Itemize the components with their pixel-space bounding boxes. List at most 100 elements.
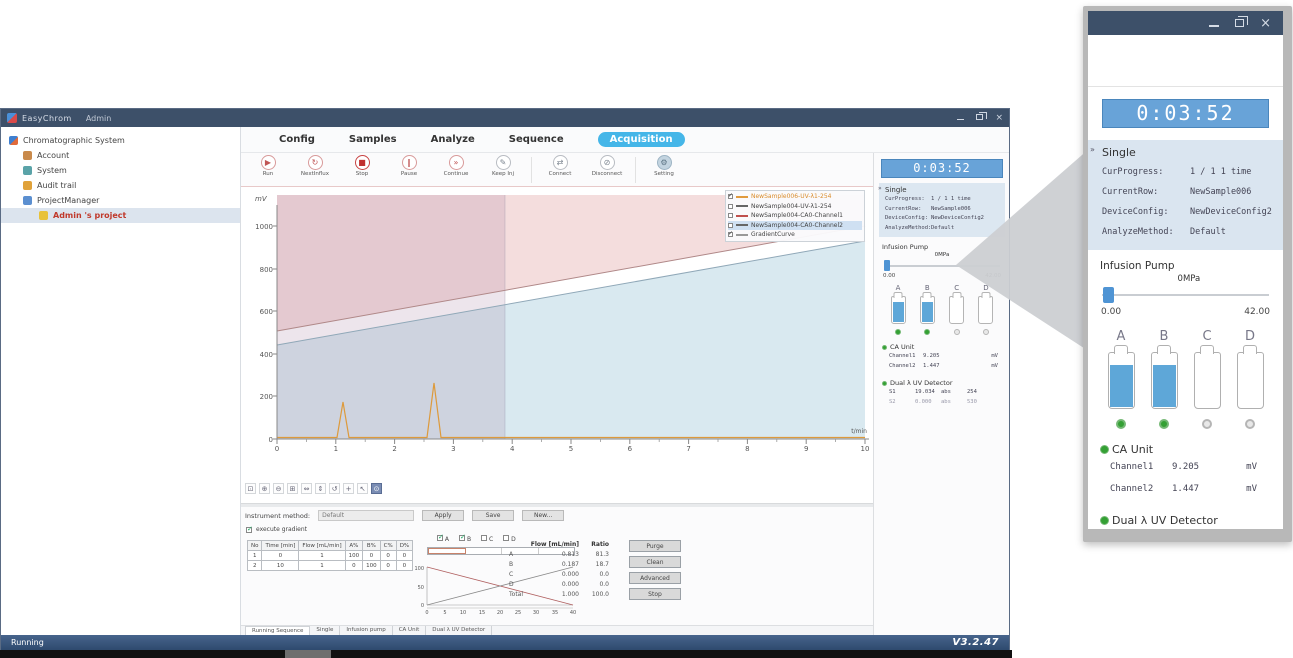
pan-icon[interactable]: + — [343, 483, 354, 494]
cell[interactable]: 100 — [345, 551, 363, 561]
new-method-button[interactable]: New... — [522, 510, 564, 521]
tree-item-audit-trail[interactable]: Audit trail — [1, 178, 240, 193]
zoom-window-icon[interactable]: ⊞ — [287, 483, 298, 494]
next-influx-button[interactable]: ↻ NextInflux — [296, 155, 334, 177]
cell[interactable]: 0 — [345, 561, 363, 571]
col-c: C% — [380, 541, 396, 551]
bottle-led-on-icon[interactable] — [1159, 419, 1169, 429]
app-logo-icon — [7, 113, 17, 123]
tab-infusion-pump[interactable]: Infusion pump — [340, 626, 392, 635]
tree-item-account[interactable]: Account — [1, 148, 240, 163]
cell[interactable]: 1 — [299, 561, 345, 571]
mini-y-tick: 0 — [421, 603, 424, 609]
purge-button[interactable]: Purge — [629, 540, 681, 552]
segment — [466, 548, 503, 554]
zoom-x-icon[interactable]: ⇔ — [301, 483, 312, 494]
crosshair-icon[interactable]: ⊙ — [371, 483, 382, 494]
collapse-marker-icon[interactable]: » — [1090, 145, 1095, 154]
tab-ca-unit[interactable]: CA Unit — [393, 626, 427, 635]
undo-zoom-icon[interactable]: ↺ — [329, 483, 340, 494]
channel-c-checkbox[interactable] — [481, 535, 487, 541]
slider-thumb[interactable] — [884, 260, 890, 271]
y-tick-label: 0 — [269, 436, 273, 444]
instrument-method-field[interactable]: Default — [318, 510, 414, 521]
close-button[interactable]: × — [995, 114, 1003, 123]
keep-inj-button[interactable]: ✎ Keep Inj — [484, 155, 522, 177]
setting-button[interactable]: ⚙ Setting — [645, 155, 683, 177]
tab-uv-detector[interactable]: Dual λ UV Detector — [426, 626, 492, 635]
zoom-out-icon[interactable]: ⊖ — [273, 483, 284, 494]
cell[interactable]: 100 — [363, 561, 381, 571]
minimize-button[interactable] — [957, 114, 964, 123]
legend-checkbox-icon[interactable] — [728, 213, 733, 218]
tree-item-label: Audit trail — [37, 181, 76, 190]
bottle-led-on-icon[interactable] — [895, 329, 901, 335]
cell[interactable]: 0 — [363, 551, 381, 561]
restore-button[interactable] — [976, 114, 983, 123]
tree-item-admin-project[interactable]: Admin 's project — [1, 208, 240, 223]
tree-item-project-manager[interactable]: ProjectManager — [1, 193, 240, 208]
tab-running-sequence[interactable]: Running Sequence — [245, 626, 310, 636]
bottle-led-off-icon[interactable] — [1202, 419, 1212, 429]
cell[interactable]: 1 — [299, 551, 345, 561]
continue-button[interactable]: » Continue — [437, 155, 475, 177]
cell[interactable]: 1 — [248, 551, 262, 561]
pointer-icon[interactable]: ↖ — [357, 483, 368, 494]
popup-close-button[interactable]: × — [1260, 17, 1271, 30]
bottle-led-off-icon[interactable] — [1245, 419, 1255, 429]
x-tick-label: 6 — [628, 445, 633, 453]
stop-pump-button[interactable]: Stop — [629, 588, 681, 600]
tree-item-chromatographic-system[interactable]: Chromatographic System — [1, 133, 240, 148]
mini-x-tick: 10 — [460, 610, 466, 615]
legend-swatch — [736, 234, 748, 236]
zoom-in-icon[interactable]: ⊕ — [259, 483, 270, 494]
save-button[interactable]: Save — [472, 510, 514, 521]
slider-thumb[interactable] — [1103, 287, 1114, 303]
collapse-marker-icon[interactable]: » — [878, 185, 882, 192]
legend-label: NewSample004-UV-λ1-254 — [751, 203, 832, 210]
flow-row-c: C 0.000 0.0 — [509, 569, 615, 579]
popup-restore-button[interactable] — [1235, 17, 1244, 30]
menu-analyze[interactable]: Analyze — [431, 134, 475, 145]
legend-checkbox-checked-icon[interactable] — [728, 194, 733, 199]
channel-b-checkbox[interactable] — [459, 535, 465, 541]
menu-config[interactable]: Config — [279, 134, 315, 145]
menu-samples[interactable]: Samples — [349, 134, 397, 145]
legend-checkbox-icon[interactable] — [728, 204, 733, 209]
popup-minimize-button[interactable] — [1209, 17, 1219, 30]
bottle-led-on-icon[interactable] — [924, 329, 930, 335]
tree-item-system[interactable]: System — [1, 163, 240, 178]
legend-checkbox-checked-icon[interactable] — [728, 232, 733, 237]
uv-s1-row: S119.034abs254 — [882, 387, 1002, 397]
channel-a-checkbox[interactable] — [437, 535, 443, 541]
apply-button[interactable]: Apply — [422, 510, 464, 521]
mini-x-tick: 30 — [533, 610, 539, 615]
connect-button[interactable]: ⇄ Connect — [541, 155, 579, 177]
menu-sequence[interactable]: Sequence — [509, 134, 564, 145]
cell[interactable]: 2 — [248, 561, 262, 571]
zoom-y-icon[interactable]: ⇕ — [315, 483, 326, 494]
stop-button[interactable]: ■ Stop — [343, 155, 381, 177]
bottle-led-on-icon[interactable] — [1116, 419, 1126, 429]
run-button[interactable]: ▶ Run — [249, 155, 287, 177]
popup-header-space — [1088, 35, 1283, 87]
disconnect-button[interactable]: ⊘ Disconnect — [588, 155, 626, 177]
bottle-c: C — [1190, 329, 1224, 429]
pause-button[interactable]: ‖ Pause — [390, 155, 428, 177]
slider-track — [1102, 294, 1269, 296]
execute-gradient-checkbox[interactable] — [246, 527, 252, 533]
clean-button[interactable]: Clean — [629, 556, 681, 568]
tab-single[interactable]: Single — [310, 626, 340, 635]
cell[interactable]: 10 — [262, 561, 299, 571]
acquisition-toolbar: ▶ Run ↻ NextInflux ■ Stop ‖ Pause » Cont… — [241, 153, 873, 187]
fit-icon[interactable]: ⊡ — [245, 483, 256, 494]
cell[interactable]: 0 — [380, 561, 396, 571]
legend-checkbox-icon[interactable] — [728, 223, 733, 228]
cell[interactable]: 0 — [262, 551, 299, 561]
menu-acquisition[interactable]: Acquisition — [598, 132, 685, 147]
advanced-button[interactable]: Advanced — [629, 572, 681, 584]
bottle-label: B — [917, 284, 937, 292]
project-folder-icon — [39, 211, 48, 220]
cell[interactable]: 0 — [380, 551, 396, 561]
taskbar-app-button[interactable] — [285, 650, 331, 658]
